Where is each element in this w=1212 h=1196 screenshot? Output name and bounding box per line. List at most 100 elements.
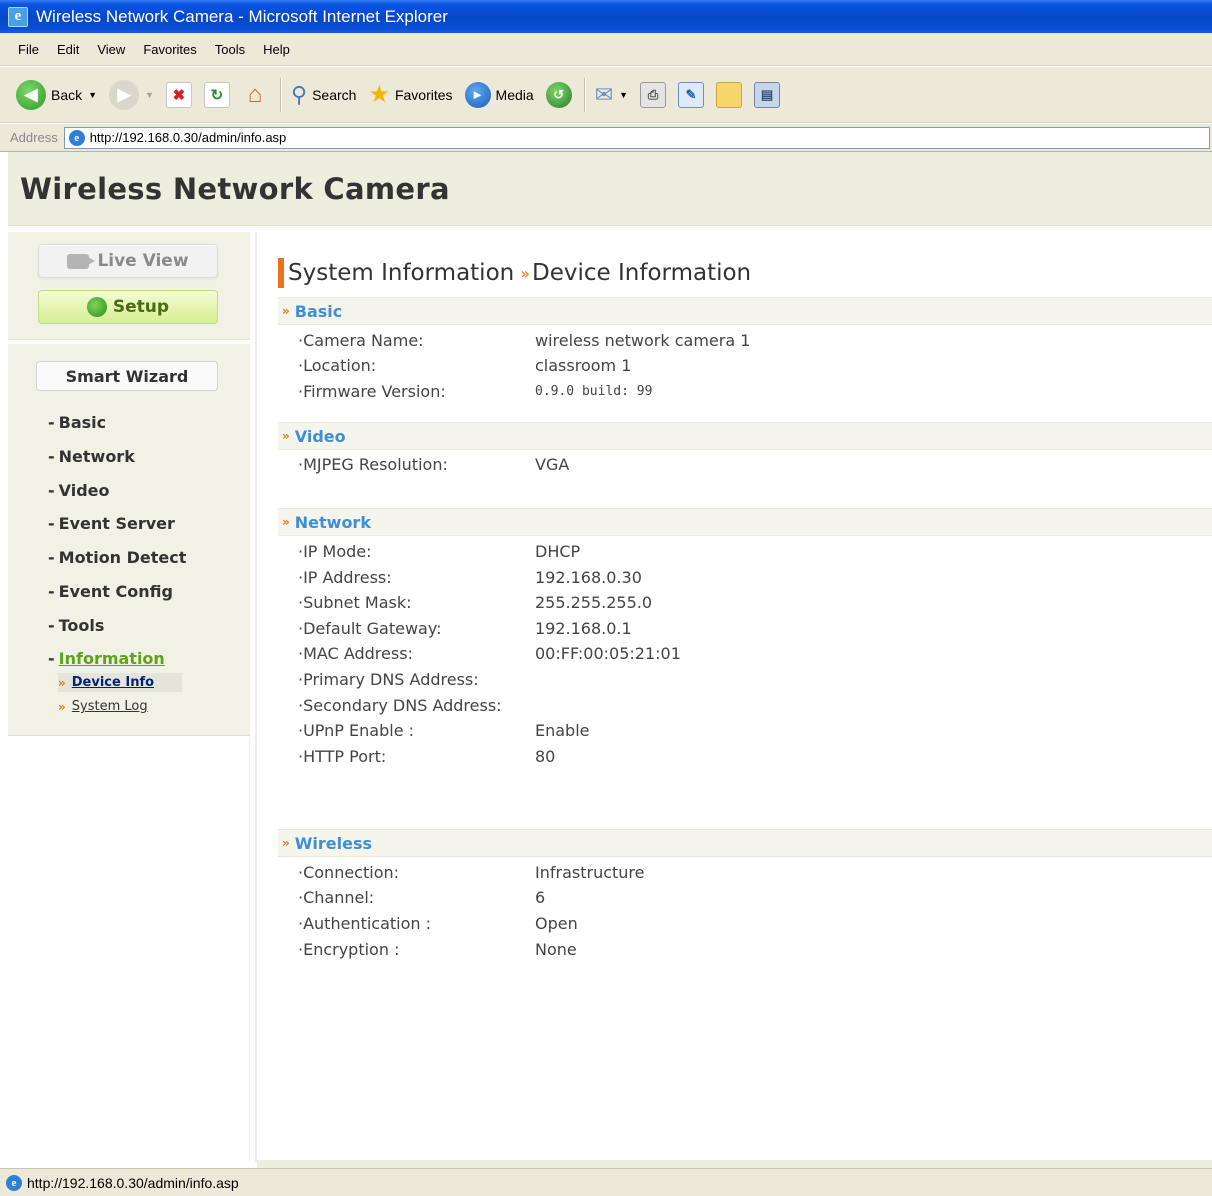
sidebar-item-basic[interactable]: - Basic: [48, 413, 106, 432]
section-title: Wireless: [294, 833, 373, 853]
favorites-label: Favorites: [394, 86, 453, 103]
sidebar-item-label: Event Server: [58, 514, 175, 533]
forward-dropdown-icon[interactable]: ▼: [145, 90, 154, 100]
content-footer-band: [257, 1160, 1212, 1168]
info-label: ·Default Gateway:: [298, 618, 442, 638]
stop-button[interactable]: ✖: [165, 81, 192, 108]
sidebar-item-network[interactable]: - Network: [48, 447, 135, 466]
home-button[interactable]: ⌂: [242, 81, 268, 108]
status-url: http://192.168.0.30/admin/info.asp: [27, 1174, 239, 1191]
research-button[interactable]: ▤: [754, 81, 781, 108]
research-icon: ▤: [754, 81, 781, 108]
section-header-basic: » Basic: [278, 297, 1212, 325]
page-icon: e: [68, 129, 85, 146]
mail-icon: ✉: [594, 81, 614, 107]
info-row: ·UPnP Enable : Enable: [298, 718, 1198, 742]
double-chevron-icon: »: [520, 263, 531, 283]
heading-section: System Information: [288, 260, 515, 286]
menu-favorites[interactable]: Favorites: [134, 42, 205, 57]
menu-tools[interactable]: Tools: [206, 42, 254, 57]
media-icon: ►: [464, 81, 491, 108]
back-label: Back: [51, 86, 83, 103]
live-view-button[interactable]: Live View: [38, 244, 218, 278]
sidebar-item-label: Information: [58, 649, 165, 668]
main-heading: System Information » Device Information: [278, 258, 751, 288]
smart-wizard-button[interactable]: Smart Wizard: [36, 361, 218, 391]
forward-button[interactable]: ▶ ▼: [109, 79, 154, 110]
info-label: ·Connection:: [298, 862, 400, 882]
toolbar-separator: [583, 77, 585, 112]
sidebar-item-motion-detect[interactable]: - Motion Detect: [48, 548, 186, 567]
smart-wizard-label: Smart Wizard: [65, 366, 189, 386]
sidebar-item-tools[interactable]: - Tools: [48, 616, 104, 635]
sidebar-item-label: Motion Detect: [58, 548, 187, 567]
menu-file[interactable]: File: [0, 42, 48, 57]
double-chevron-icon: »: [282, 515, 290, 529]
print-button[interactable]: ⎙: [640, 81, 667, 108]
sidebar-item-label: Network: [58, 447, 135, 466]
window-title: Wireless Network Camera - Microsoft Inte…: [36, 6, 448, 26]
refresh-button[interactable]: ↻: [203, 81, 230, 108]
heading-page: Device Information: [532, 260, 752, 286]
info-row: ·Subnet Mask: 255.255.255.0: [298, 590, 1198, 614]
info-value: 80: [535, 746, 556, 766]
mail-button[interactable]: ✉ ▼: [595, 82, 628, 108]
section-header-network: » Network: [278, 508, 1212, 536]
setup-icon: [86, 297, 107, 317]
camera-icon: [67, 253, 96, 269]
sidebar-item-event-config[interactable]: - Event Config: [48, 582, 173, 601]
sidebar-item-video[interactable]: - Video: [48, 481, 110, 500]
toolbar-separator: [279, 77, 281, 112]
page-header: Wireless Network Camera: [8, 152, 1212, 226]
history-icon: ↺: [545, 81, 572, 108]
info-row: ·HTTP Port: 80: [298, 744, 1198, 768]
sidebar-item-information[interactable]: - Information: [48, 649, 165, 668]
edit-icon: ✎: [678, 81, 705, 108]
info-value: 255.255.255.0: [535, 592, 653, 612]
note-icon: [716, 81, 743, 108]
info-value: DHCP: [535, 541, 581, 561]
back-arrow-icon: ◀: [16, 79, 46, 110]
discuss-button[interactable]: [716, 81, 743, 108]
search-button[interactable]: ⚲ Search: [291, 82, 356, 108]
stop-icon: ✖: [165, 81, 192, 108]
info-row: ·Secondary DNS Address:: [298, 693, 1198, 717]
info-value: 192.168.0.1: [535, 618, 632, 638]
history-button[interactable]: ↺: [545, 81, 572, 108]
sidebar-item-event-server[interactable]: - Event Server: [48, 514, 175, 533]
info-row: ·MAC Address: 00:FF:00:05:21:01: [298, 641, 1198, 665]
address-input[interactable]: e http://192.168.0.30/admin/info.asp: [63, 126, 1210, 149]
status-bar: e http://192.168.0.30/admin/info.asp: [0, 1168, 1212, 1196]
setup-button[interactable]: Setup: [38, 290, 218, 324]
info-label: ·Encryption :: [298, 939, 400, 959]
menu-help[interactable]: Help: [254, 42, 299, 57]
address-url: http://192.168.0.30/admin/info.asp: [89, 130, 287, 145]
window-titlebar: e Wireless Network Camera - Microsoft In…: [0, 0, 1212, 33]
info-row: ·Authentication : Open: [298, 911, 1198, 935]
menu-edit[interactable]: Edit: [48, 42, 88, 57]
info-value: None: [535, 939, 577, 959]
section-header-wireless: » Wireless: [278, 829, 1212, 857]
info-row: ·IP Mode: DHCP: [298, 539, 1198, 563]
search-label: Search: [312, 86, 357, 103]
info-label: ·UPnP Enable :: [298, 720, 415, 740]
back-button[interactable]: ◀ Back ▼: [16, 79, 97, 110]
ie-logo-icon: e: [8, 6, 28, 27]
menu-view[interactable]: View: [88, 42, 134, 57]
sidebar-item-label: Tools: [58, 616, 105, 635]
mail-dropdown-icon[interactable]: ▼: [619, 90, 628, 100]
favorites-button[interactable]: ★ Favorites: [368, 80, 452, 109]
info-label: ·Authentication :: [298, 913, 432, 933]
refresh-icon: ↻: [203, 81, 230, 108]
sidebar-subitem-system-log[interactable]: » System Log: [58, 699, 148, 714]
info-row: ·Connection: Infrastructure: [298, 860, 1198, 884]
double-chevron-icon: »: [58, 699, 66, 714]
back-dropdown-icon[interactable]: ▼: [88, 90, 97, 100]
double-chevron-icon: »: [282, 836, 290, 850]
media-button[interactable]: ► Media: [464, 81, 534, 108]
sidebar-subitem-device-info[interactable]: » Device Info: [58, 673, 183, 692]
edit-button[interactable]: ✎: [678, 81, 705, 108]
info-row: ·Default Gateway: 192.168.0.1: [298, 616, 1198, 640]
sidebar-mode-panel: Live View Setup: [8, 232, 250, 340]
info-value: 6: [535, 887, 546, 907]
